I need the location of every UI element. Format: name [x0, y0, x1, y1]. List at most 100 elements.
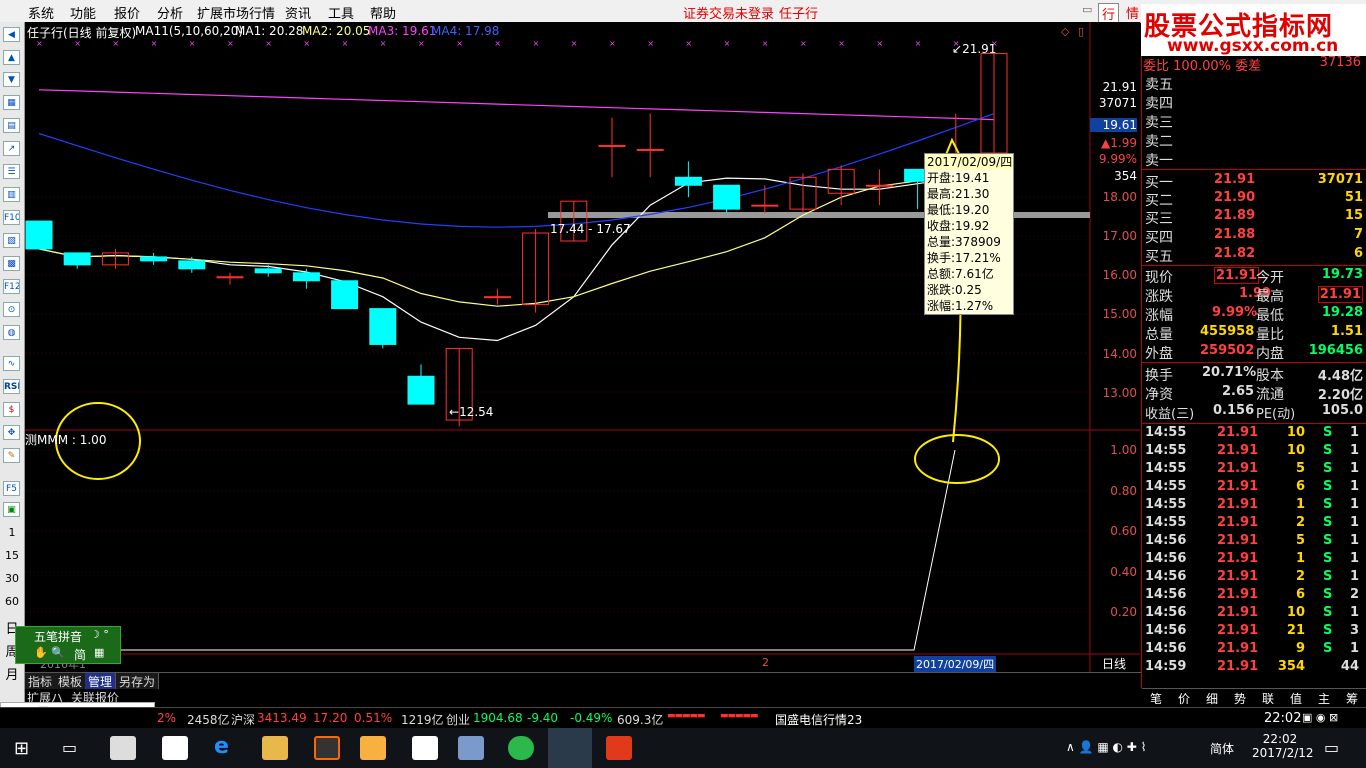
ime-mode[interactable]: 简	[74, 646, 86, 663]
folder-icon[interactable]	[262, 736, 288, 760]
period-60min[interactable]: 60	[2, 595, 22, 608]
f5-icon[interactable]: F5	[3, 481, 20, 496]
menu-function[interactable]: 功能	[70, 3, 96, 22]
tab-value[interactable]: 值	[1290, 690, 1302, 707]
status-tray-icons[interactable]: ▣ ◉ ⊠	[1302, 711, 1338, 724]
browser-icon[interactable]	[508, 736, 534, 760]
candle-marker: ×	[685, 39, 692, 48]
menu-tools[interactable]: 工具	[328, 3, 354, 22]
tab-chips[interactable]: 筹	[1346, 690, 1358, 707]
stock-icon[interactable]: ▣	[3, 502, 20, 517]
tab-detail[interactable]: 细	[1206, 690, 1218, 707]
tick-price: 21.91	[1217, 533, 1259, 548]
menu-quote[interactable]: 报价	[114, 3, 140, 22]
windows-start-icon[interactable]: ⊞	[14, 738, 29, 759]
sell5-label: 卖五	[1145, 77, 1173, 93]
stock-app-icon-2[interactable]	[606, 736, 632, 760]
tab-link[interactable]: 联	[1262, 690, 1274, 707]
globe-icon[interactable]: ◍	[3, 325, 20, 340]
period-month[interactable]: 月	[2, 664, 22, 683]
buy2-volume: 51	[1344, 190, 1363, 205]
paint-icon[interactable]	[458, 736, 484, 760]
app-fan-icon[interactable]	[110, 736, 136, 760]
notification-icon[interactable]: ▭	[1324, 738, 1339, 757]
clock[interactable]: 22:02 2017/2/12	[1252, 732, 1314, 760]
input-lang[interactable]: 简体	[1210, 740, 1234, 757]
up-arrow-icon[interactable]: ▲	[3, 50, 20, 65]
tick-count: 44	[1340, 659, 1359, 674]
f10-icon[interactable]: F10	[3, 210, 20, 225]
tick-price: 21.91	[1217, 479, 1259, 494]
tab-save-as[interactable]: 另存为	[116, 673, 160, 690]
keyboard-icon[interactable]: ▦	[94, 646, 104, 659]
store-icon[interactable]	[162, 736, 188, 760]
tab-trend[interactable]: 势	[1234, 690, 1246, 707]
file-icon[interactable]	[412, 736, 438, 760]
tick-count: 1	[1349, 533, 1359, 548]
back-arrow-icon[interactable]: ◀	[3, 27, 20, 42]
f12-icon[interactable]: F12	[3, 279, 20, 294]
quote-label-0: 现价	[1145, 270, 1173, 286]
tick-side: S	[1323, 425, 1333, 440]
down-arrow-icon[interactable]: ▼	[3, 72, 20, 87]
wave-icon[interactable]: ∿	[3, 356, 20, 371]
candle-marker: ×	[533, 39, 540, 48]
annotation-circle-right	[914, 434, 1000, 484]
sell4-label: 卖四	[1145, 96, 1173, 112]
kline-chart[interactable]: 任子行(日线 前复权) MA11(5,10,60,20) MA1: 20.28 …	[15, 22, 1140, 685]
tab-indicator[interactable]: 指标	[25, 673, 57, 690]
tick-volume: 9	[1295, 641, 1305, 656]
tray-up-arrow-icon[interactable]: ∧ 👤 ▦ ◐ ✚ ⌇	[1066, 740, 1147, 754]
menu-help[interactable]: 帮助	[370, 3, 396, 22]
ime-name[interactable]: 五笔拼音	[34, 628, 82, 645]
calendar-icon[interactable]: ▩	[3, 256, 20, 271]
popup-turnover: 换手:17.21%	[927, 251, 1001, 265]
chart-icon[interactable]: ▦	[3, 95, 20, 110]
rsi-icon[interactable]: RSI	[3, 379, 20, 394]
menu-analysis[interactable]: 分析	[157, 3, 183, 22]
tick-price: 21.91	[1217, 425, 1259, 440]
clock-icon[interactable]: ⊙	[3, 302, 20, 317]
tab-template[interactable]: 模板	[55, 673, 87, 690]
stock-app-active[interactable]	[548, 728, 592, 768]
tick-count: 1	[1349, 605, 1359, 620]
dollar-icon[interactable]: $	[3, 402, 20, 417]
media-icon[interactable]	[360, 736, 386, 760]
task-view-icon[interactable]: ▭	[62, 738, 77, 757]
list-icon[interactable]: ☰	[3, 164, 20, 179]
qq-icon[interactable]	[314, 736, 340, 760]
news-icon[interactable]: ▧	[3, 233, 20, 248]
period-1min[interactable]: 1	[2, 526, 22, 539]
quote-button[interactable]: 行	[1098, 3, 1120, 24]
ime-toolbar[interactable]: 五笔拼音 ☽ ° ✋ 🔍 简 ▦	[15, 626, 121, 664]
quote-button-2[interactable]: 情	[1126, 3, 1139, 22]
indicator-label: 测MMM : 1.00	[25, 433, 107, 447]
edge-icon[interactable]: e	[214, 734, 229, 759]
minimize-icon[interactable]: ▭	[1082, 3, 1092, 16]
tab-price[interactable]: 价	[1178, 690, 1190, 707]
tick-list[interactable]: 14:55 21.91 10 S 1 14:55 21.91 10 S 1 14:55 21.91 5 S…	[1142, 425, 1366, 679]
popup-volume: 总量:378909	[927, 235, 1001, 249]
tab-ticks[interactable]: 笔	[1150, 690, 1162, 707]
line-chart-icon[interactable]: ↗	[3, 141, 20, 156]
trade-login-warning[interactable]: 证券交易未登录	[683, 3, 774, 22]
grid-icon[interactable]: ▤	[3, 118, 20, 133]
ma4-line	[38, 113, 995, 228]
menu-system[interactable]: 系统	[28, 3, 54, 22]
tab-manage[interactable]: 管理	[85, 673, 117, 690]
menu-extended-market[interactable]: 扩展市场行情	[197, 3, 275, 22]
buy1-volume: 37071	[1317, 172, 1363, 187]
menu-news[interactable]: 资讯	[285, 3, 311, 22]
axis-label-high: 21.91	[1102, 80, 1137, 94]
candle-marker: ×	[74, 39, 81, 48]
pencil-icon[interactable]: ✎	[3, 448, 20, 463]
quote-value-inner: 196456	[1308, 343, 1363, 358]
period-30min[interactable]: 30	[2, 572, 22, 585]
quote-label-shares: 股本	[1256, 368, 1284, 384]
hand-icon[interactable]: ✋ 🔍	[34, 646, 65, 659]
moon-icon[interactable]: ☽ °	[90, 628, 109, 641]
period-15min[interactable]: 15	[2, 549, 22, 562]
move-icon[interactable]: ✥	[3, 425, 20, 440]
table-icon[interactable]: ▥	[3, 187, 20, 202]
tab-main[interactable]: 主	[1318, 690, 1330, 707]
